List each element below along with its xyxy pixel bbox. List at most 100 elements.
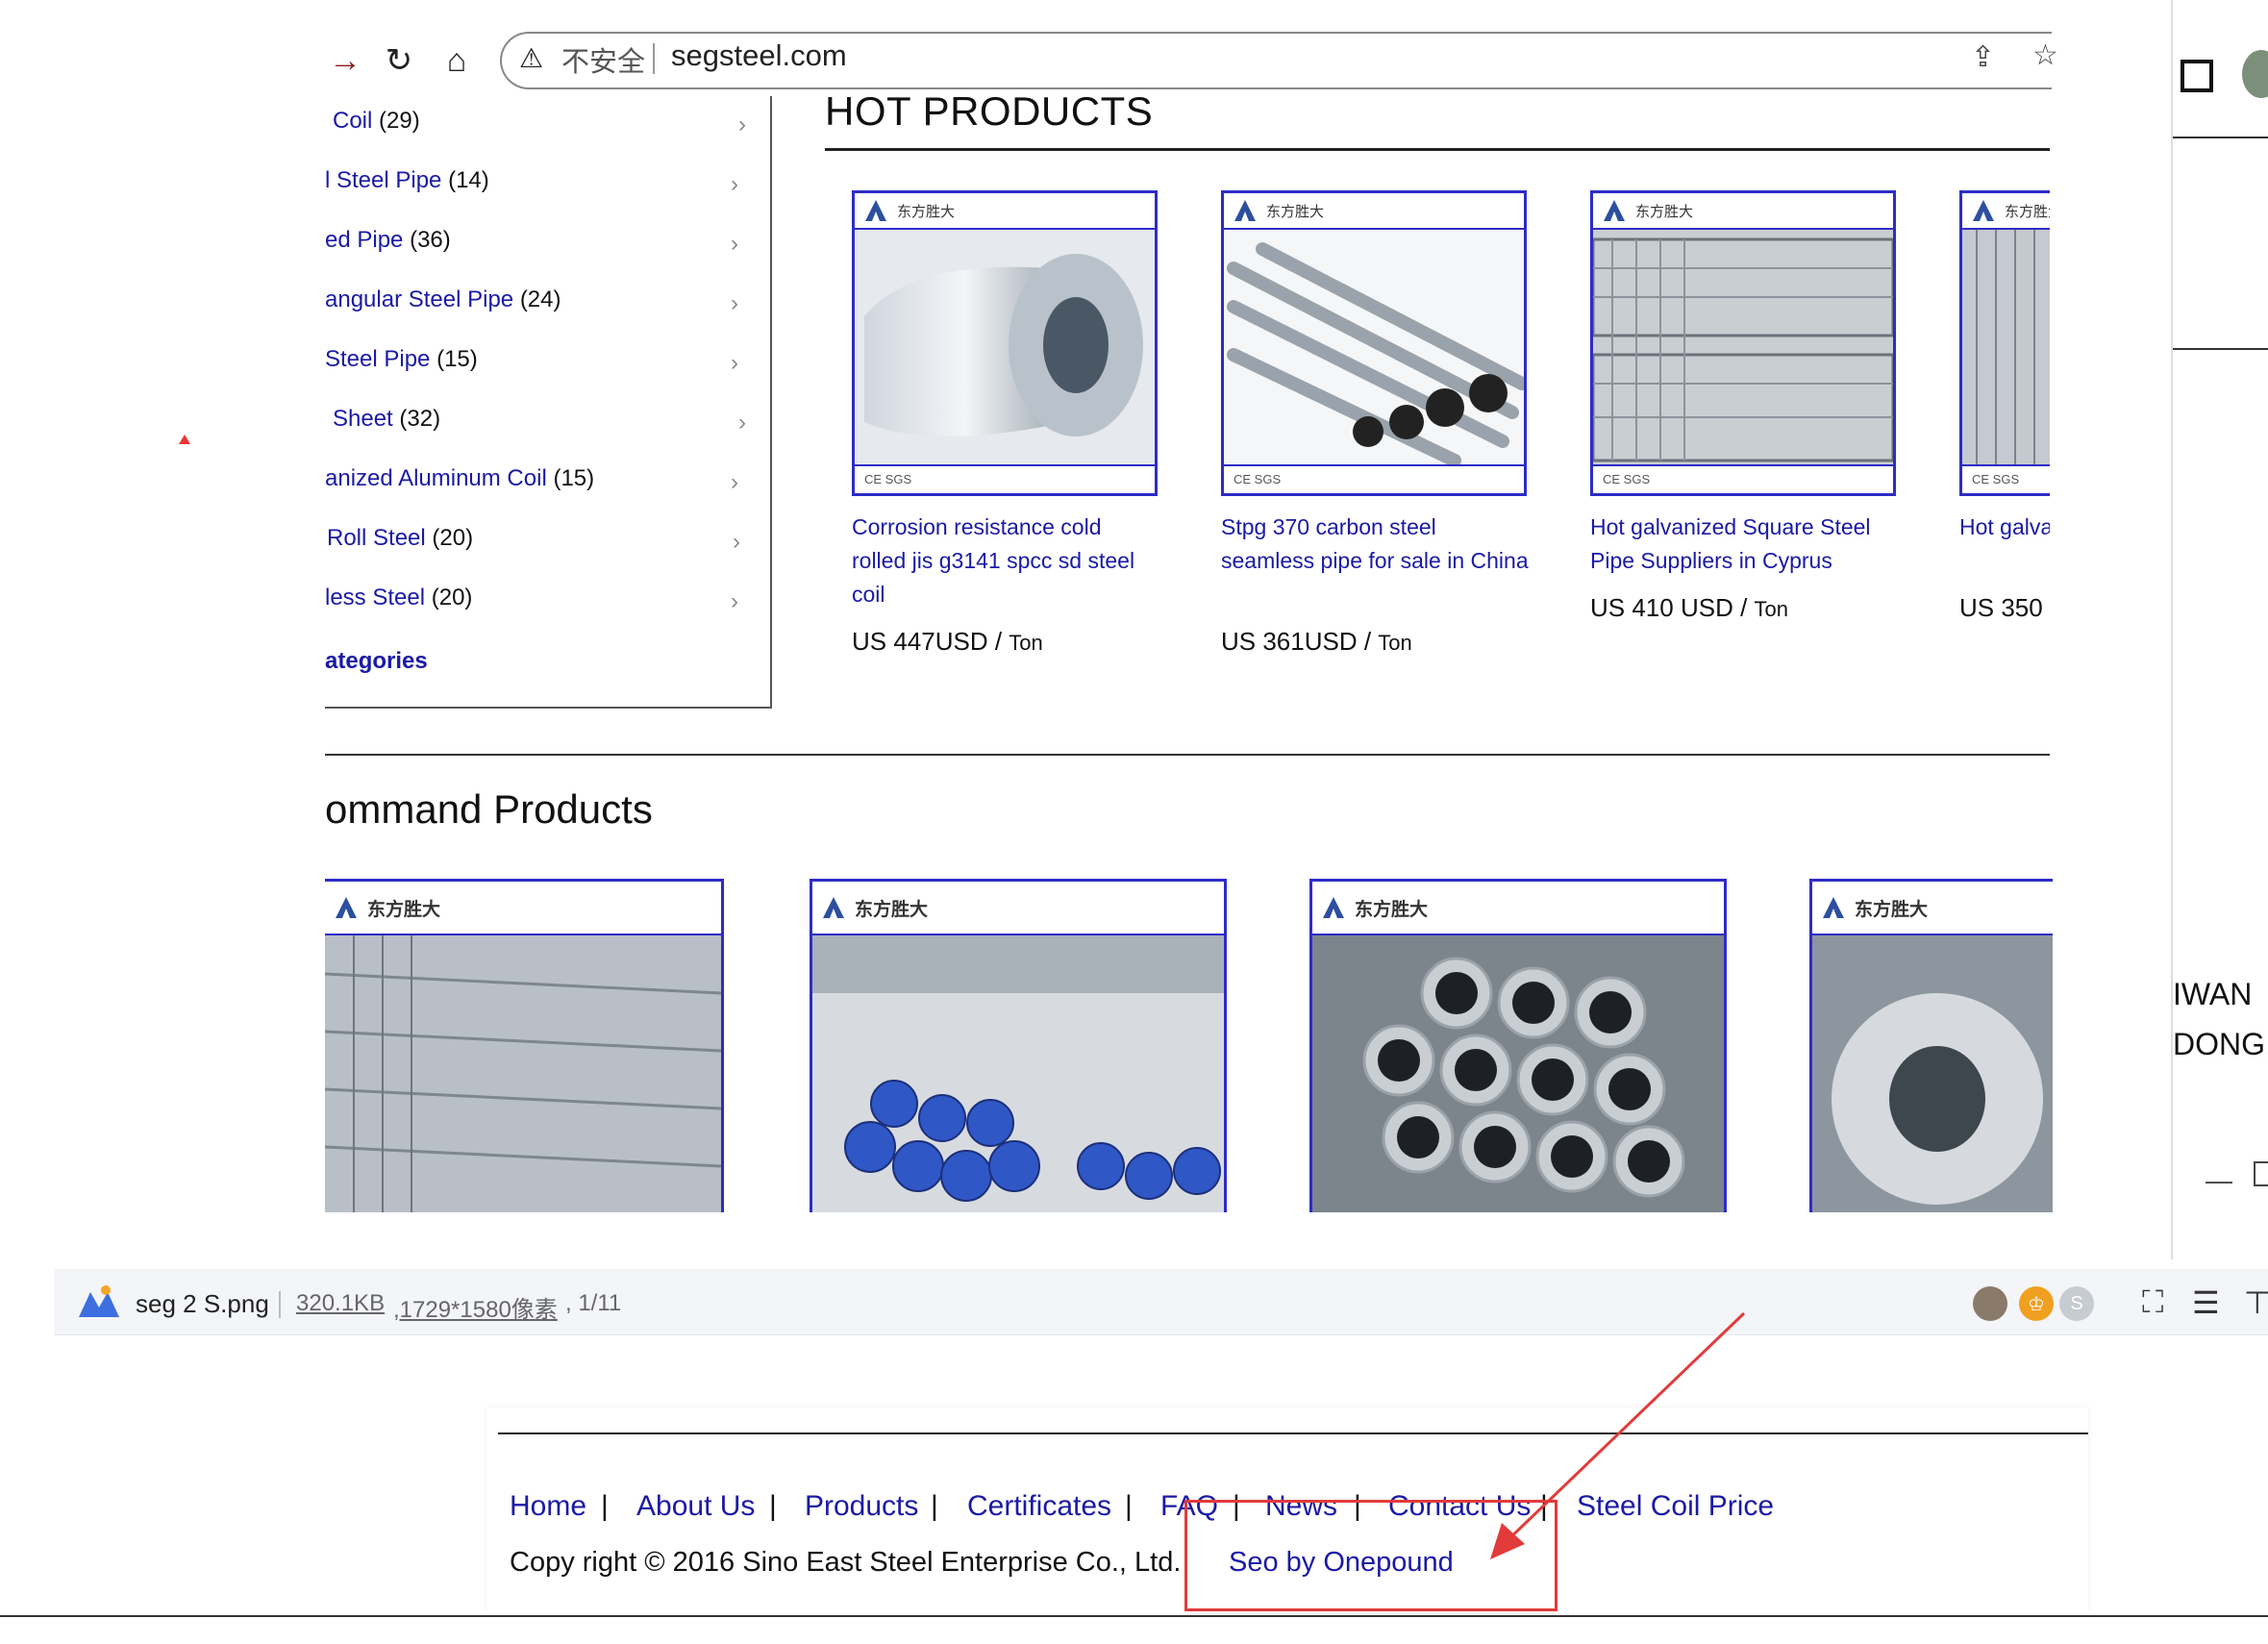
all-categories-link[interactable]: ategories [325, 648, 428, 675]
viewer-image-dimensions[interactable]: ,1729*1580像素 [393, 1290, 558, 1324]
chevron-right-icon: › [731, 469, 738, 495]
copyright-text: Copy right © 2016 Sino East Steel Enterp… [510, 1547, 1182, 1578]
address-text: DONG, [2173, 1027, 2268, 1061]
chevron-right-icon: › [731, 588, 738, 614]
product-image-galvanized[interactable]: 东方胜大 CE SGS [1959, 190, 2050, 496]
seamless-pipe-ends-photo [1312, 935, 1724, 1212]
brand-logo: 东方胜大 [1812, 882, 2053, 936]
square-pipes-photo [1593, 230, 1893, 464]
taskbar-strip [0, 1615, 2268, 1644]
forward-arrow-icon[interactable]: → [325, 40, 365, 81]
viewer-filename: seg 2 S.png [136, 1289, 269, 1318]
hot-products-title: HOT PRODUCTS [825, 88, 1154, 134]
brand-logo: 东方胜大 [1962, 193, 2050, 230]
category-sidebar: Coil (29) › l Steel Pipe (14) › ed Pipe … [325, 96, 772, 709]
bookmark-star-icon[interactable]: ☆ [2032, 38, 2058, 72]
viewer-app-icon [79, 1285, 119, 1317]
menu-icon[interactable]: ☰ [2192, 1284, 2220, 1321]
hot-products-rule [825, 148, 2050, 151]
maximize-icon[interactable] [2254, 1161, 2268, 1186]
recommend-image-blue-pipes[interactable]: 东方胜大 [810, 879, 1227, 1212]
blue-capped-pipes-photo [812, 935, 1224, 1212]
category-item[interactable]: ed Pipe (36) › [325, 227, 738, 269]
product-price: US 350 [1959, 593, 2043, 622]
brand-logo: 东方胜大 [812, 882, 1224, 936]
brand-logo: 东方胜大 [855, 193, 1155, 230]
viewer-page-counter: , 1/11 [565, 1290, 622, 1316]
brand-logo-icon [336, 897, 357, 918]
category-item[interactable]: Sheet (32) › [333, 406, 746, 448]
product-image-square-pipes[interactable]: 东方胜大 CE SGS [1590, 190, 1896, 496]
product-title-link[interactable]: Corrosion resistance cold rolled jis g31… [852, 511, 1159, 611]
brand-logo: 东方胜大 [1224, 193, 1524, 230]
product-image-coil[interactable]: 东方胜大 CE SGS [852, 190, 1158, 496]
image-viewer-titlebar [54, 1269, 2268, 1335]
product-image-pipes[interactable]: 东方胜大 CE SGS [1221, 190, 1527, 496]
footer-rule [498, 1432, 2088, 1434]
category-item[interactable]: Steel Pipe (15) › [325, 346, 738, 388]
not-secure-label[interactable]: 不安全 [561, 39, 645, 80]
product-price: US 447USD / Ton [852, 627, 1043, 656]
brand-logo-icon [1823, 897, 1844, 918]
reload-icon[interactable]: ↻ [379, 40, 419, 81]
share-icon[interactable]: ⇪ [1971, 40, 1995, 74]
s-badge-icon[interactable]: S [2059, 1286, 2094, 1321]
footer-separator: | [601, 1490, 609, 1522]
product-price: US 410 USD / Ton [1590, 593, 1788, 622]
chevron-right-icon: › [731, 231, 738, 257]
product-text-clip: Hot galva made in I US 350 [1959, 511, 2050, 645]
category-item[interactable]: Coil (29) › [333, 108, 746, 150]
user-avatar-icon[interactable] [1973, 1286, 2007, 1321]
url-text[interactable]: segsteel.com [671, 38, 847, 73]
recommend-image-coil[interactable]: 东方胜大 [1809, 879, 2053, 1212]
divider [2173, 348, 2268, 350]
avatar [2242, 50, 2268, 98]
category-item[interactable]: angular Steel Pipe (24) › [325, 286, 738, 329]
section-divider [325, 754, 2050, 756]
pin-icon[interactable]: ⊤ [2244, 1284, 2268, 1321]
steel-coil-photo [855, 230, 1155, 464]
footer-link-products[interactable]: Products [805, 1490, 918, 1523]
brand-logo: 东方胜大 [325, 882, 721, 936]
footer-link-about-us[interactable]: About Us [636, 1490, 755, 1523]
recommand-products-title: ommand Products [325, 786, 653, 832]
annotation-arrow-icon [1490, 1311, 1746, 1559]
chevron-right-icon: › [731, 171, 738, 197]
category-item[interactable]: l Steel Pipe (14) › [325, 167, 738, 210]
address-text: IWAN [2173, 977, 2253, 1011]
viewer-file-size[interactable]: 320.1KB [296, 1290, 385, 1317]
chevron-right-icon: › [738, 112, 746, 137]
recommend-image-seamless-pipes[interactable]: 东方胜大 [1309, 879, 1727, 1212]
square-pipes-stack-photo [325, 935, 721, 1212]
footer-separator: | [1125, 1490, 1133, 1522]
chevron-right-icon: › [731, 290, 738, 316]
chevron-right-icon: › [738, 410, 746, 436]
product-title-link[interactable]: Stpg 370 carbon steel seamless pipe for … [1221, 511, 1529, 578]
background-window: IWAN DONG, — [2171, 0, 2268, 1259]
footer-separator: | [769, 1490, 777, 1522]
category-item[interactable]: Roll Steel (20) › [327, 525, 740, 567]
viewer-separator [279, 1291, 281, 1318]
chevron-right-icon: › [731, 350, 738, 376]
product-title-link[interactable]: Hot galva made in I [1959, 511, 2050, 544]
recommend-image-square-pipes[interactable]: 东方胜大 [325, 879, 724, 1212]
footer-link-certificates[interactable]: Certificates [967, 1490, 1111, 1523]
crown-badge-icon[interactable]: ♔ [2019, 1286, 2054, 1321]
address-separator [653, 43, 655, 74]
home-icon[interactable]: ⌂ [436, 40, 477, 81]
category-item[interactable]: anized Aluminum Coil (15) › [325, 465, 738, 508]
product-title-link[interactable]: Hot galvanized Square Steel Pipe Supplie… [1590, 511, 1898, 578]
product-image-clip: 东方胜大 CE SGS [1959, 190, 2050, 496]
category-item[interactable]: less Steel (20) › [325, 585, 738, 627]
brand-logo: 东方胜大 [1312, 882, 1724, 936]
brand-logo-icon [1604, 200, 1625, 221]
warning-marker-icon [179, 435, 190, 444]
footer-separator: | [931, 1490, 938, 1522]
divider [2173, 137, 2268, 138]
fullscreen-icon[interactable]: ⛶ [2142, 1284, 2163, 1321]
footer-link-home[interactable]: Home [510, 1490, 586, 1523]
warning-triangle-icon[interactable]: ⚠ [519, 42, 543, 74]
minimize-icon[interactable]: — [2206, 1165, 2232, 1196]
brand-logo-icon [823, 897, 844, 918]
chevron-right-icon: › [733, 529, 740, 555]
